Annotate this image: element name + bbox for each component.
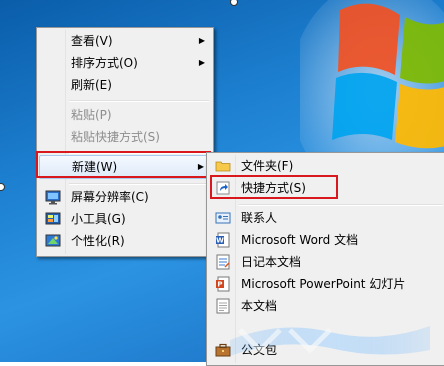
menu-item-label: 查看(V) xyxy=(71,34,113,48)
submenu-item-powerpoint[interactable]: P Microsoft PowerPoint 幻灯片 xyxy=(209,273,444,295)
submenu-item-folder[interactable]: 文件夹(F) xyxy=(209,155,444,177)
menu-item-refresh[interactable]: 刷新(E) xyxy=(39,74,211,96)
menu-item-label: 个性化(R) xyxy=(71,234,125,248)
menu-item-label: 联系人 xyxy=(241,211,278,225)
word-icon: W xyxy=(216,232,230,248)
menu-item-label: Microsoft PowerPoint 幻灯片 xyxy=(241,277,406,291)
watermark-logo xyxy=(230,326,430,356)
menu-item-label: 文件夹(F) xyxy=(241,159,294,173)
powerpoint-icon: P xyxy=(216,276,230,292)
submenu-item-contact[interactable]: 联系人 xyxy=(209,207,444,229)
submenu-item-journal-document[interactable]: 日记本文档 xyxy=(209,251,444,273)
menu-item-label: 日记本文档 xyxy=(241,255,302,269)
menu-item-screen-resolution[interactable]: 屏幕分辨率(C) xyxy=(39,186,211,208)
menu-item-sort-by[interactable]: 排序方式(O) ▶ xyxy=(39,52,211,74)
submenu-arrow-icon: ▶ xyxy=(198,36,205,45)
menu-item-label: 排序方式(O) xyxy=(71,56,138,70)
display-icon xyxy=(45,190,61,205)
menu-item-label: 刷新(E) xyxy=(71,78,112,92)
menu-item-label: Microsoft Word 文档 xyxy=(241,233,359,247)
submenu-arrow-icon: ▶ xyxy=(198,58,205,67)
contact-icon xyxy=(215,212,231,224)
gadgets-icon xyxy=(45,212,61,225)
menu-item-label: 屏幕分辨率(C) xyxy=(71,190,149,204)
menu-item-view[interactable]: 查看(V) ▶ xyxy=(39,30,211,52)
personalize-icon xyxy=(45,234,61,247)
desktop-context-menu: 查看(V) ▶ 排序方式(O) ▶ 刷新(E) 粘贴(P) 粘贴快捷方式(S) … xyxy=(36,27,214,257)
menu-item-personalize[interactable]: 个性化(R) xyxy=(39,230,211,252)
menu-item-gadgets[interactable]: 小工具(G) xyxy=(39,208,211,230)
menu-item-label: 小工具(G) xyxy=(71,212,126,226)
annotation-highlight-new xyxy=(36,151,211,178)
menu-item-label: 粘贴快捷方式(S) xyxy=(71,130,160,144)
menu-separator xyxy=(239,204,443,206)
menu-separator xyxy=(69,100,209,102)
menu-item-label: 粘贴(P) xyxy=(71,108,112,122)
svg-text:W: W xyxy=(216,237,224,245)
menu-item-paste-shortcut[interactable]: 粘贴快捷方式(S) xyxy=(39,126,211,148)
journal-icon xyxy=(216,254,230,270)
svg-text:P: P xyxy=(217,281,222,289)
folder-icon xyxy=(215,161,231,172)
menu-separator xyxy=(69,183,209,185)
annotation-highlight-shortcut xyxy=(210,175,338,199)
menu-item-paste[interactable]: 粘贴(P) xyxy=(39,104,211,126)
submenu-item-word-document[interactable]: W Microsoft Word 文档 xyxy=(209,229,444,251)
